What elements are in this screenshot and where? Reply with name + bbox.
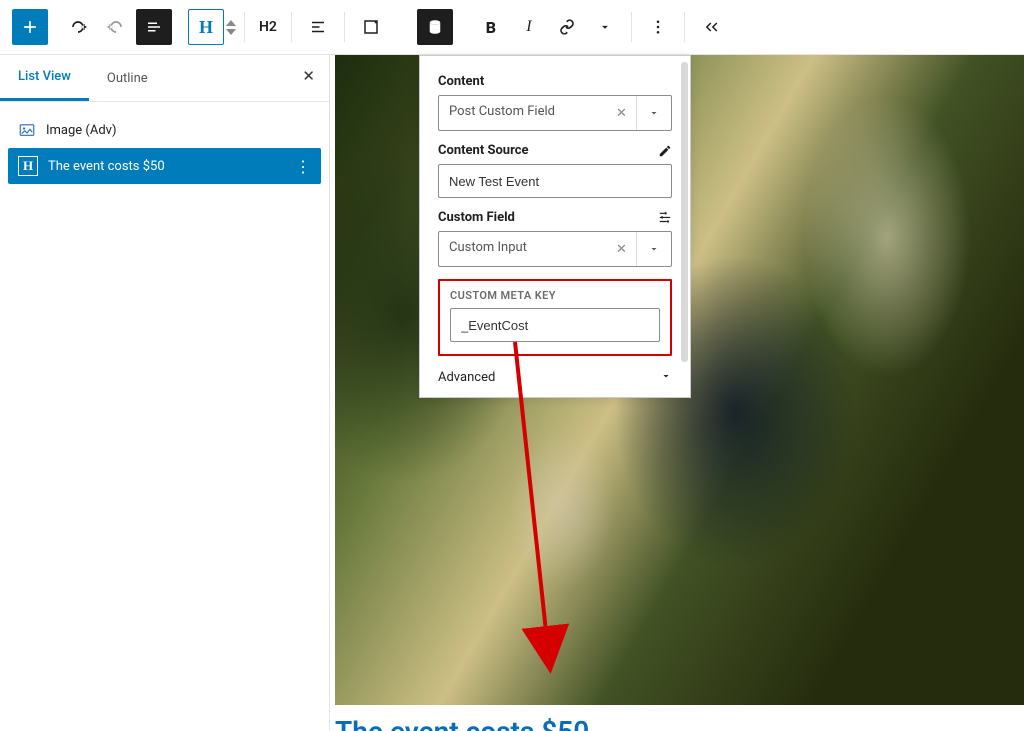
advanced-section-toggle[interactable]: Advanced	[420, 360, 690, 397]
chevron-down-icon[interactable]	[637, 96, 671, 130]
custom-field-label: Custom Field	[438, 210, 515, 225]
collapse-toolbar-button[interactable]	[693, 9, 729, 45]
heading-level[interactable]: H2	[253, 19, 283, 35]
sidebar-tabs: List View Outline ✕	[0, 55, 329, 102]
list-view-button[interactable]	[136, 9, 172, 45]
content-value: Post Custom Field	[439, 96, 607, 130]
clear-field-button[interactable]: ✕	[607, 232, 637, 266]
source-input[interactable]	[438, 164, 672, 198]
heading-icon: H	[18, 156, 38, 176]
redo-button[interactable]	[98, 9, 134, 45]
tree-item-label: The event costs $50	[48, 159, 165, 174]
editor-toolbar: H H2 B I	[0, 0, 1024, 55]
source-label: Content Source	[438, 143, 529, 158]
heading-dynamic-cost: $50	[541, 715, 589, 731]
bold-button[interactable]: B	[473, 9, 509, 45]
heading-text-prefix: The event costs	[335, 715, 541, 731]
clear-content-button[interactable]: ✕	[607, 96, 637, 130]
advanced-label: Advanced	[438, 370, 495, 385]
close-sidebar-button[interactable]: ✕	[302, 67, 315, 85]
chevron-down-icon	[660, 370, 672, 385]
heading-block[interactable]: The event costs $50	[335, 715, 589, 731]
image-icon	[18, 121, 36, 139]
tree-item-label: Image (Adv)	[46, 123, 117, 138]
meta-key-label: CUSTOM META KEY	[450, 289, 660, 302]
content-label: Content	[438, 74, 672, 89]
block-move-buttons[interactable]	[226, 19, 236, 36]
options-button[interactable]	[640, 9, 676, 45]
dynamic-content-button[interactable]	[417, 9, 453, 45]
document-overview-sidebar: List View Outline ✕ Image (Adv) H The ev…	[0, 55, 330, 731]
edit-source-button[interactable]	[658, 144, 672, 158]
custom-field-value: Custom Input	[439, 232, 607, 266]
content-select[interactable]: Post Custom Field ✕	[438, 95, 672, 131]
meta-key-input[interactable]	[450, 308, 660, 342]
fullscreen-icon[interactable]	[353, 9, 389, 45]
block-type-heading[interactable]: H	[188, 9, 224, 45]
tree-item-image[interactable]: Image (Adv)	[8, 112, 321, 148]
row-options-button[interactable]: ⋮	[295, 157, 311, 176]
dynamic-content-panel: Content Post Custom Field ✕ Content Sour…	[419, 55, 691, 398]
more-rich-text-button[interactable]	[587, 9, 623, 45]
settings-icon[interactable]	[658, 211, 672, 225]
link-button[interactable]	[549, 9, 585, 45]
align-button[interactable]	[300, 9, 336, 45]
custom-field-select[interactable]: Custom Input ✕	[438, 231, 672, 267]
chevron-down-icon[interactable]	[637, 232, 671, 266]
block-tree: Image (Adv) H The event costs $50 ⋮	[0, 102, 329, 194]
tab-outline[interactable]: Outline	[89, 57, 166, 100]
tree-item-heading[interactable]: H The event costs $50 ⋮	[8, 148, 321, 184]
custom-meta-key-highlight: CUSTOM META KEY	[438, 279, 672, 356]
tab-list-view[interactable]: List View	[0, 55, 89, 101]
italic-button[interactable]: I	[511, 9, 547, 45]
add-block-button[interactable]	[12, 9, 48, 45]
undo-button[interactable]	[60, 9, 96, 45]
